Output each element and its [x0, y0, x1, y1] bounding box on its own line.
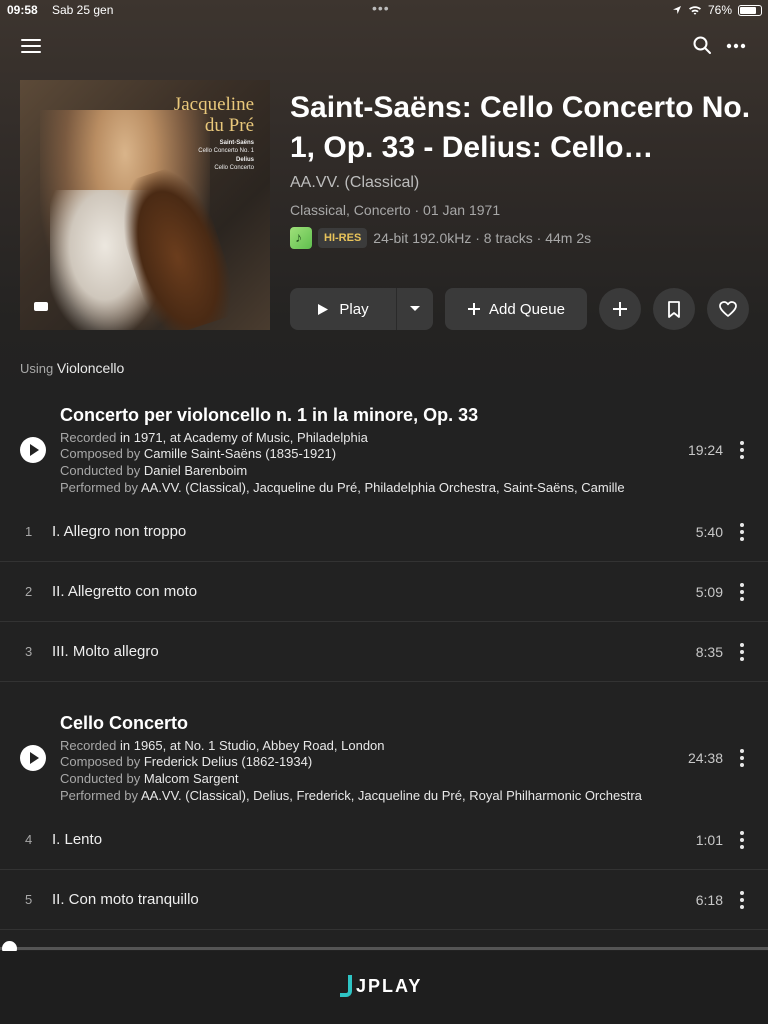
cover-composer2: Delius: [235, 157, 254, 163]
track-number: 4: [25, 832, 33, 847]
work-duration: 19:24: [687, 442, 723, 458]
track-number: 2: [25, 584, 33, 599]
track-title: II. Allegretto con moto: [52, 583, 198, 600]
play-button[interactable]: Play: [290, 288, 396, 330]
play-options-button[interactable]: [396, 288, 433, 330]
track-row[interactable]: 3 III. Molto allegro 8:35: [0, 622, 768, 682]
brand-name: JPLAY: [356, 975, 423, 996]
track-title: II. Con moto tranquillo: [52, 891, 199, 908]
album-artist[interactable]: AA.VV. (Classical): [290, 174, 419, 192]
track-duration: 1:01: [695, 832, 723, 848]
work-conductor: Conducted by Malcom Sargent: [60, 771, 239, 786]
track-row[interactable]: 2 II. Allegretto con moto 5:09: [0, 562, 768, 622]
work-recorded: Recorded in 1965, at No. 1 Studio, Abbey…: [60, 738, 385, 753]
hires-badge: HI-RES: [318, 228, 368, 248]
work-recorded: Recorded in 1971, at Academy of Music, P…: [60, 430, 368, 445]
favorite-button[interactable]: [707, 288, 749, 330]
track-row[interactable]: 4 I. Lento 1:01: [0, 810, 768, 870]
battery-percent: 76%: [707, 3, 732, 17]
lossless-format-icon: [290, 227, 312, 249]
instrument-name[interactable]: Violoncello: [57, 360, 124, 376]
track-more-icon[interactable]: [740, 831, 744, 849]
work-group: Concerto per violoncello n. 1 in la mino…: [0, 405, 768, 500]
add-queue-label: Add Queue: [489, 300, 565, 318]
battery-icon: [738, 4, 762, 16]
quality-row: HI-RES 24-bit 192.0kHz · 8 tracks · 44m …: [290, 227, 591, 249]
more-icon[interactable]: [726, 36, 746, 56]
heart-icon: [719, 301, 737, 317]
album-title: Saint-Saëns: Cello Concerto No. 1, Op. 3…: [290, 91, 751, 164]
label-logo-icon: [34, 302, 48, 311]
work-group: Cello Concerto Recorded in 1965, at No. …: [0, 713, 768, 808]
multitask-dots-icon[interactable]: •••: [372, 0, 390, 16]
bookmark-icon: [668, 300, 680, 318]
status-time: 09:58: [7, 3, 38, 17]
track-number: 5: [25, 892, 33, 907]
status-bar: 09:58 Sab 25 gen ••• 76%: [0, 0, 768, 20]
work-more-icon[interactable]: [740, 749, 744, 767]
using-instrument: Using Violoncello: [20, 360, 125, 376]
menu-icon[interactable]: [21, 39, 41, 53]
track-duration: 5:09: [695, 584, 723, 600]
work-duration: 24:38: [687, 750, 723, 766]
track-more-icon[interactable]: [740, 643, 744, 661]
cover-work2: Cello Concerto: [214, 165, 254, 171]
work-composer: Composed by Camille Saint-Saëns (1835-19…: [60, 446, 337, 461]
track-duration: 6:18: [695, 892, 723, 908]
track-more-icon[interactable]: [740, 583, 744, 601]
add-queue-button[interactable]: Add Queue: [445, 288, 587, 330]
track-row[interactable]: 1 I. Allegro non troppo 5:40: [0, 502, 768, 562]
work-conductor: Conducted by Daniel Barenboim: [60, 463, 248, 478]
bookmark-button[interactable]: [653, 288, 695, 330]
track-title: I. Lento: [52, 831, 103, 848]
work-more-icon[interactable]: [740, 441, 744, 459]
playback-progress-bar[interactable]: [0, 947, 768, 950]
track-number: 3: [25, 644, 33, 659]
work-title: Cello Concerto: [60, 713, 189, 733]
cover-artist: Jacqueline du Pré: [173, 94, 254, 136]
work-title: Concerto per violoncello n. 1 in la mino…: [60, 405, 479, 425]
plus-icon: [613, 302, 627, 316]
play-icon: [318, 303, 329, 315]
track-title: III. Molto allegro: [52, 643, 159, 660]
track-row[interactable]: 5 II. Con moto tranquillo 6:18: [0, 870, 768, 930]
album-meta: Classical, Concerto · 01 Jan 1971: [290, 202, 501, 218]
chevron-down-icon: [410, 306, 420, 311]
work-play-icon[interactable]: [20, 437, 46, 463]
wifi-icon: [688, 6, 701, 15]
track-duration: 5:40: [695, 524, 723, 540]
add-to-library-button[interactable]: [599, 288, 641, 330]
work-performers: Performed by AA.VV. (Classical), Jacquel…: [60, 480, 625, 495]
plus-icon: [468, 303, 481, 315]
track-title: I. Allegro non troppo: [52, 523, 187, 540]
cover-work1: Cello Concerto No. 1: [198, 148, 254, 154]
search-icon[interactable]: [692, 35, 712, 55]
track-duration: 8:35: [695, 644, 723, 660]
status-date: Sab 25 gen: [52, 3, 114, 17]
status-right: 76%: [672, 3, 762, 17]
work-play-icon[interactable]: [20, 745, 46, 771]
track-more-icon[interactable]: [740, 523, 744, 541]
cover-composer1: Saint-Saëns: [219, 140, 254, 146]
jplay-logo-icon: [340, 975, 352, 997]
track-number: 1: [25, 524, 33, 539]
play-label: Play: [339, 300, 369, 318]
quality-info: 24-bit 192.0kHz · 8 tracks · 44m 2s: [373, 230, 592, 246]
work-performers: Performed by AA.VV. (Classical), Delius,…: [60, 788, 642, 803]
player-footer: JPLAY: [0, 951, 768, 1024]
work-composer: Composed by Frederick Delius (1862-1934): [60, 754, 313, 769]
album-cover[interactable]: Jacqueline du Pré Saint-Saëns Cello Conc…: [20, 80, 270, 330]
jplay-logo: JPLAY: [340, 975, 422, 997]
track-more-icon[interactable]: [740, 891, 744, 909]
location-icon: [672, 6, 681, 14]
